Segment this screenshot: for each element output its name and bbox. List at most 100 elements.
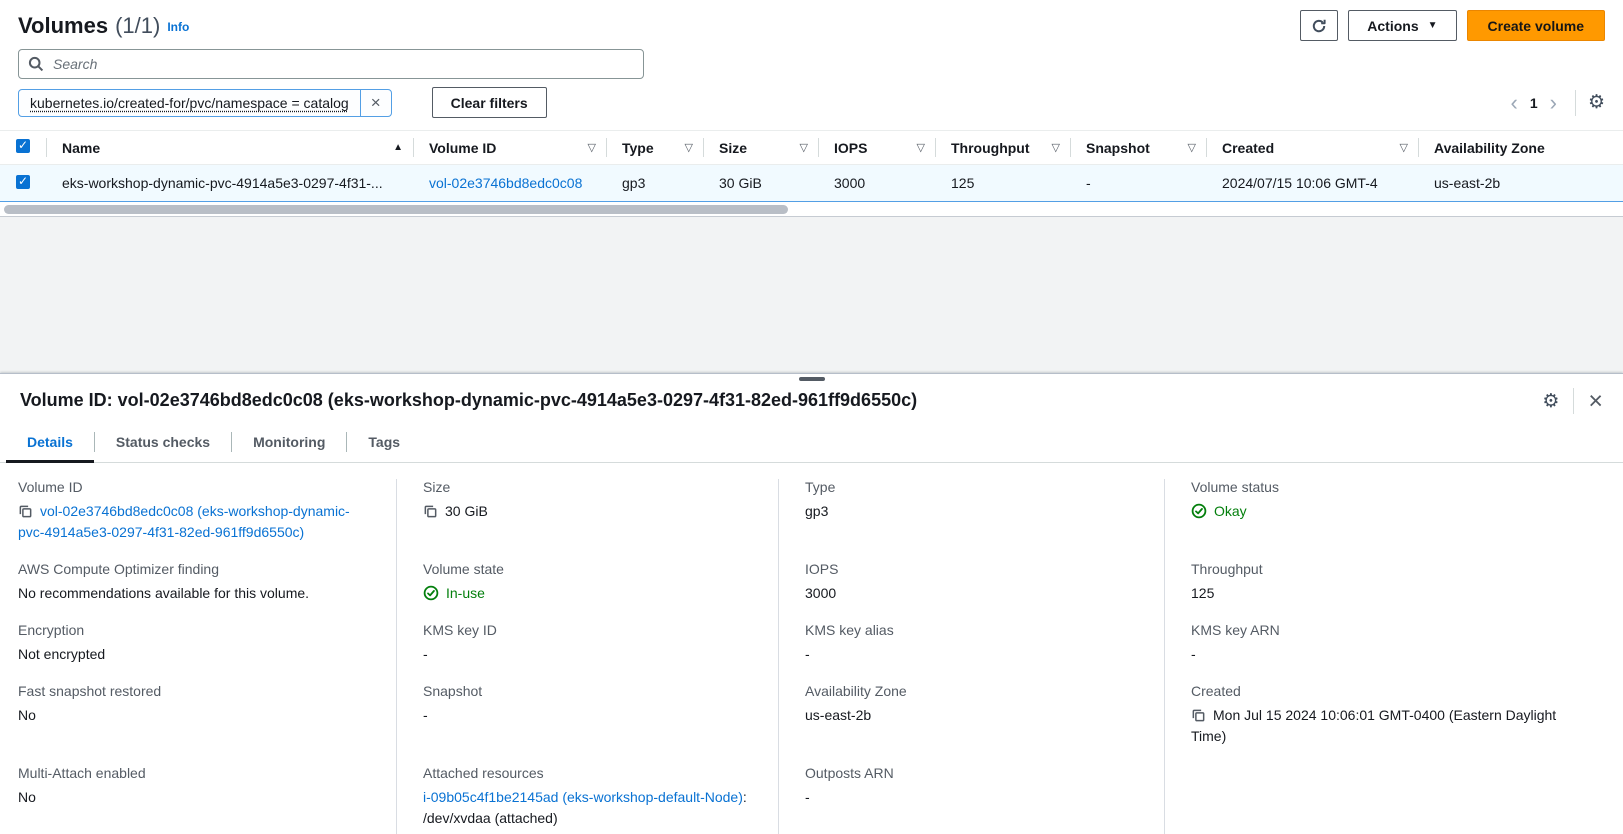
create-volume-button[interactable]: Create volume [1467,10,1605,41]
horizontal-scrollbar[interactable] [0,202,1623,217]
panel-preferences-gear-icon[interactable]: ⚙ [1542,392,1559,411]
field-compute-optimizer: AWS Compute Optimizer finding No recomme… [18,561,396,622]
attached-instance-link[interactable]: i-09b05c4f1be2145ad (eks-workshop-defaul… [423,789,743,805]
actions-button-label: Actions [1367,18,1418,34]
field-type: Type gp3 [778,479,1164,561]
field-volume-id: Volume ID vol-02e3746bd8edc0c08 (eks-wor… [18,479,396,561]
row-checkbox[interactable] [16,175,30,189]
column-filter-icon: ▽ [800,141,808,154]
actions-button[interactable]: Actions ▼ [1348,10,1456,41]
filter-token[interactable]: kubernetes.io/created-for/pvc/namespace … [18,89,392,117]
row-size-cell: 30 GiB [703,165,818,202]
table-header-row: Name▲ Volume ID▽ Type▽ Size▽ IOPS▽ Throu… [0,131,1623,165]
info-link[interactable]: Info [167,20,189,34]
split-panel-drag-handle[interactable] [799,377,825,381]
pagination: ‹ 1 › ⚙ [1505,90,1606,116]
row-type-cell: gp3 [606,165,703,202]
field-snapshot: Snapshot - [396,683,778,765]
table-row[interactable]: eks-workshop-dynamic-pvc-4914a5e3-0297-4… [0,165,1623,202]
column-header-throughput[interactable]: Throughput▽ [935,131,1070,165]
column-header-iops[interactable]: IOPS▽ [818,131,935,165]
horizontal-scrollbar-thumb[interactable] [4,205,788,214]
close-panel-icon[interactable]: × [1588,390,1603,412]
column-filter-icon: ▽ [588,141,596,154]
column-filter-icon: ▽ [1400,141,1408,154]
column-header-type[interactable]: Type▽ [606,131,703,165]
clear-filters-button[interactable]: Clear filters [432,87,547,118]
field-attached-resources: Attached resources i-09b05c4f1be2145ad (… [396,765,778,834]
tab-monitoring[interactable]: Monitoring [232,422,346,462]
content-spacer [0,217,1623,373]
column-header-name[interactable]: Name▲ [46,131,413,165]
previous-page-icon[interactable]: ‹ [1505,92,1524,114]
row-volume-id-cell: vol-02e3746bd8edc0c08 [413,165,606,202]
refresh-button[interactable] [1300,10,1338,41]
search-row [0,41,1623,79]
row-snapshot-cell: - [1070,165,1206,202]
filter-token-label: kubernetes.io/created-for/pvc/namespace … [19,90,361,116]
divider [1575,90,1576,116]
tab-status-checks[interactable]: Status checks [95,422,231,462]
next-page-icon[interactable]: › [1544,92,1563,114]
tab-details[interactable]: Details [6,422,94,462]
refresh-icon [1311,18,1327,34]
column-header-size[interactable]: Size▽ [703,131,818,165]
field-multi-attach: Multi-Attach enabled No [18,765,396,834]
split-panel-header: Volume ID: vol-02e3746bd8edc0c08 (eks-wo… [0,374,1623,422]
row-checkbox-cell[interactable] [0,165,46,202]
field-kms-key-arn: KMS key ARN - [1164,622,1599,683]
chevron-down-icon: ▼ [1428,20,1438,31]
page-count: (1/1) [115,13,160,39]
column-header-snapshot[interactable]: Snapshot▽ [1070,131,1206,165]
search-box [18,49,644,79]
search-icon [28,56,44,72]
search-input[interactable] [18,49,644,79]
select-all-checkbox-cell[interactable] [0,131,46,165]
filter-row: kubernetes.io/created-for/pvc/namespace … [0,79,1623,118]
column-header-created[interactable]: Created▽ [1206,131,1418,165]
attached-device: /dev/xvdaa (attached) [423,808,754,829]
split-panel: Volume ID: vol-02e3746bd8edc0c08 (eks-wo… [0,373,1623,834]
column-header-availability-zone[interactable]: Availability Zone [1418,131,1623,165]
field-kms-key-id: KMS key ID - [396,622,778,683]
column-header-volume-id[interactable]: Volume ID▽ [413,131,606,165]
created-value: Mon Jul 15 2024 10:06:01 GMT-0400 (Easte… [1191,707,1556,744]
tab-tags[interactable]: Tags [347,422,421,462]
volume-status-value: Okay [1214,501,1247,522]
copy-icon[interactable] [18,504,33,519]
column-filter-icon: ▽ [917,141,925,154]
select-all-checkbox[interactable] [16,139,30,153]
row-name-cell: eks-workshop-dynamic-pvc-4914a5e3-0297-4… [46,165,413,202]
field-kms-key-alias: KMS key alias - [778,622,1164,683]
row-created-cell: 2024/07/15 10:06 GMT-4 [1206,165,1418,202]
field-encryption: Encryption Not encrypted [18,622,396,683]
field-size: Size 30 GiB [396,479,778,561]
row-iops-cell: 3000 [818,165,935,202]
row-throughput-cell: 125 [935,165,1070,202]
details-content: Volume ID vol-02e3746bd8edc0c08 (eks-wor… [0,463,1623,834]
split-panel-title: Volume ID: vol-02e3746bd8edc0c08 (eks-wo… [20,388,917,412]
status-in-use-icon [423,585,439,601]
volume-id-detail-link[interactable]: vol-02e3746bd8edc0c08 (eks-workshop-dyna… [18,503,350,540]
column-filter-icon: ▽ [685,141,693,154]
create-volume-button-label: Create volume [1488,18,1584,34]
volume-state-value: In-use [446,583,485,604]
copy-icon[interactable] [423,504,438,519]
clear-filters-label: Clear filters [451,95,528,111]
filter-token-remove-icon[interactable]: × [361,90,391,116]
table-settings-gear-icon[interactable]: ⚙ [1588,93,1605,112]
toolbar: Actions ▼ Create volume [1300,10,1605,41]
field-availability-zone: Availability Zone us-east-2b [778,683,1164,765]
volumes-table: Name▲ Volume ID▽ Type▽ Size▽ IOPS▽ Throu… [0,130,1623,202]
current-page-number[interactable]: 1 [1524,95,1544,111]
status-okay-icon [1191,503,1207,519]
column-filter-icon: ▽ [1188,141,1196,154]
page-title: Volumes [18,13,108,39]
field-created: Created Mon Jul 15 2024 10:06:01 GMT-040… [1164,683,1599,765]
copy-icon[interactable] [1191,708,1206,723]
sort-ascending-icon: ▲ [393,142,403,153]
volume-id-link[interactable]: vol-02e3746bd8edc0c08 [429,175,582,191]
field-iops: IOPS 3000 [778,561,1164,622]
column-filter-icon: ▽ [1052,141,1060,154]
divider [1573,388,1574,414]
